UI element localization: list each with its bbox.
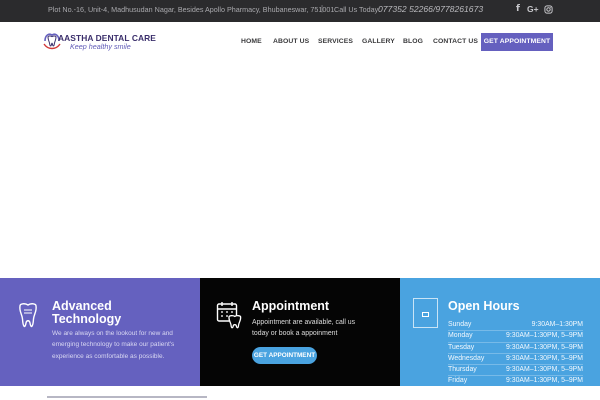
hours-time: 9:30AM–1:30PM, 5–9PM — [506, 343, 583, 351]
hours-day: Thursday — [448, 366, 477, 374]
instagram-icon[interactable] — [544, 5, 553, 16]
facebook-icon[interactable]: f — [516, 4, 520, 14]
address-text: Plot No.-16, Unit-4, Madhusudan Nagar, B… — [48, 5, 335, 14]
top-info-bar: Plot No.-16, Unit-4, Madhusudan Nagar, B… — [0, 0, 600, 22]
hours-row: Friday 9:30AM–1:30PM, 5–9PM — [448, 376, 583, 388]
nav-gallery[interactable]: GALLERY — [362, 38, 395, 45]
hours-day: Wednesday — [448, 354, 485, 362]
hours-list: Sunday 9:30AM–1:30PM Monday 9:30AM–1:30P… — [448, 320, 583, 388]
advanced-technology-panel: Advanced Technology We are always on the… — [0, 278, 200, 386]
appointment-description: Appointment are available, call us today… — [252, 319, 356, 338]
hours-row: Thursday 9:30AM–1:30PM, 5–9PM — [448, 365, 583, 377]
open-hours-panel: Open Hours Sunday 9:30AM–1:30PM Monday 9… — [400, 278, 600, 388]
nav-about-us[interactable]: ABOUT US — [273, 38, 309, 45]
phone-link[interactable]: 077352 52266/9778261673 — [378, 4, 483, 14]
advanced-title-line2: Technology — [52, 312, 122, 326]
open-hours-title: Open Hours — [448, 299, 520, 313]
logo-tagline: Keep healthy smile — [70, 42, 131, 51]
hours-day: Sunday — [448, 321, 472, 328]
hours-row: Sunday 9:30AM–1:30PM — [448, 320, 583, 332]
hours-time: 9:30AM–1:30PM, 5–9PM — [506, 332, 583, 340]
hours-day: Tuesday — [448, 343, 475, 351]
call-label: Call Us Today: — [334, 5, 381, 14]
section-divider — [47, 396, 207, 398]
panel-get-appointment-button[interactable]: GET APPOINTMENT — [252, 347, 317, 364]
topbar-separator: | — [321, 4, 324, 13]
hours-row: Wednesday 9:30AM–1:30PM, 5–9PM — [448, 354, 583, 366]
hours-row: Monday 9:30AM–1:30PM, 5–9PM — [448, 331, 583, 343]
tooth-icon — [16, 302, 40, 332]
hours-time: 9:30AM–1:30PM, 5–9PM — [506, 354, 583, 362]
calendar-tooth-icon — [216, 300, 242, 330]
google-plus-icon[interactable]: G+ — [527, 4, 539, 14]
advanced-description: We are always on the lookout for new and… — [52, 330, 175, 360]
hours-time: 9:30AM–1:30PM, 5–9PM — [506, 377, 583, 385]
nav-services[interactable]: SERVICES — [318, 38, 353, 45]
hours-day: Friday — [448, 377, 468, 385]
get-appointment-button[interactable]: GET APPOINTMENT — [481, 33, 553, 51]
nav-blog[interactable]: BLOG — [403, 38, 423, 45]
nav-contact-us[interactable]: CONTACT US — [433, 38, 478, 45]
hours-day: Monday — [448, 332, 473, 340]
calendar-icon — [413, 298, 438, 328]
nav-home[interactable]: HOME — [241, 38, 262, 45]
hours-time: 9:30AM–1:30PM, 5–9PM — [506, 366, 583, 374]
hours-row: Tuesday 9:30AM–1:30PM, 5–9PM — [448, 343, 583, 354]
appointment-title: Appointment — [252, 299, 330, 313]
appointment-panel: Appointment Appointment are available, c… — [200, 278, 400, 386]
hours-time: 9:30AM–1:30PM — [531, 321, 583, 328]
